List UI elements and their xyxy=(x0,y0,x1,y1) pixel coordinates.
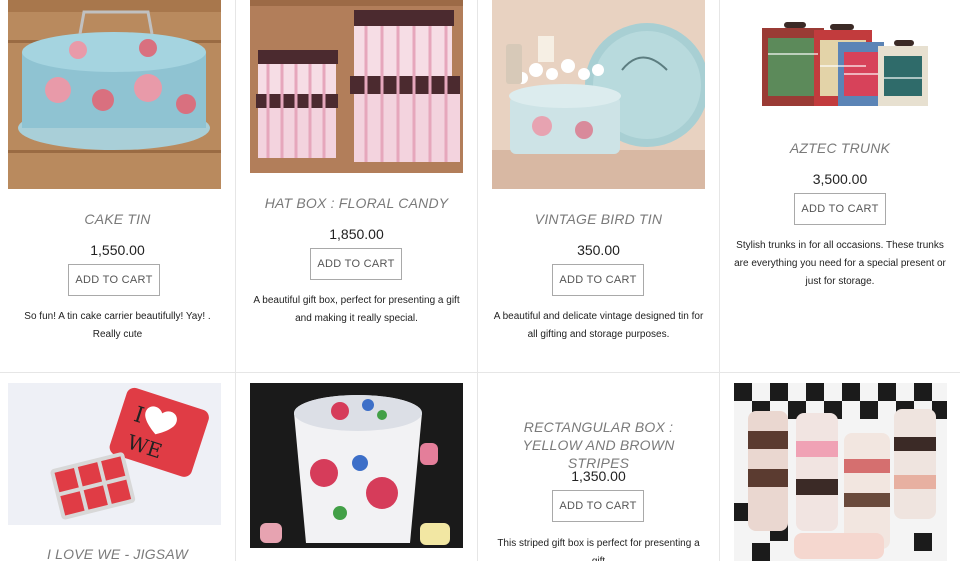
product-description: Stylish trunks in for all occasions. The… xyxy=(734,240,946,287)
product-price: 3,500.00 xyxy=(812,171,868,187)
product-grid: CAKE TIN 1,550.00 ADD TO CART So fun! A … xyxy=(0,0,960,561)
product-card-hat-box: HAT BOX : FLORAL CANDY 1,850.00 ADD TO C… xyxy=(236,0,477,372)
product-price: 1,850.00 xyxy=(329,226,384,242)
product-price: 1,550.00 xyxy=(90,242,145,258)
striped-hat-boxes-photo xyxy=(250,0,463,173)
product-description: So fun! A tin cake carrier beautifully! … xyxy=(24,311,211,340)
product-description: A beautiful and delicate vintage designe… xyxy=(493,311,704,340)
product-card-cake-pops xyxy=(720,373,960,561)
product-title[interactable]: AZTEC TRUNK xyxy=(720,139,960,157)
product-title[interactable]: RECTANGULAR BOX : YELLOW AND BROWN STRIP… xyxy=(478,418,719,472)
cake-push-pops-photo xyxy=(734,383,947,561)
product-price: 1,350.00 xyxy=(571,468,626,484)
add-to-cart-button[interactable]: ADD TO CART xyxy=(310,248,402,280)
add-to-cart-button[interactable]: ADD TO CART xyxy=(552,490,644,522)
product-title[interactable]: I LOVE WE - JIGSAW xyxy=(0,545,235,561)
product-image[interactable] xyxy=(250,0,463,173)
product-image[interactable] xyxy=(8,0,221,189)
product-price: 350.00 xyxy=(577,242,620,258)
add-to-cart-button[interactable]: ADD TO CART xyxy=(794,193,886,225)
product-card-painted-bucket xyxy=(236,373,477,561)
product-description: This striped gift box is perfect for pre… xyxy=(497,538,700,561)
product-card-cake-tin: CAKE TIN 1,550.00 ADD TO CART So fun! A … xyxy=(0,0,235,372)
add-to-cart-button[interactable]: ADD TO CART xyxy=(68,264,160,296)
product-image[interactable] xyxy=(734,383,947,561)
i-love-we-jigsaw-photo: I WE xyxy=(8,383,221,525)
add-to-cart-button[interactable]: ADD TO CART xyxy=(552,264,644,296)
product-image[interactable] xyxy=(734,0,947,120)
product-image[interactable] xyxy=(492,0,705,189)
vintage-bird-tin-photo xyxy=(492,0,705,189)
product-description: A beautiful gift box, perfect for presen… xyxy=(253,295,460,324)
product-card-aztec-trunk: AZTEC TRUNK 3,500.00 ADD TO CART Stylish… xyxy=(720,0,960,372)
product-card-rectangular-box: RECTANGULAR BOX : YELLOW AND BROWN STRIP… xyxy=(478,373,719,561)
product-title[interactable]: HAT BOX : FLORAL CANDY xyxy=(236,194,477,212)
product-card-jigsaw: I WE I LOVE WE - JIGSAW xyxy=(0,373,235,561)
aztec-trunks-photo xyxy=(734,0,947,120)
product-title[interactable]: CAKE TIN xyxy=(0,210,235,228)
product-title[interactable]: VINTAGE BIRD TIN xyxy=(478,210,719,228)
product-image[interactable] xyxy=(250,383,463,548)
product-card-vintage-bird-tin: VINTAGE BIRD TIN 350.00 ADD TO CART A be… xyxy=(478,0,719,372)
floral-cake-tin-photo xyxy=(8,0,221,189)
product-image[interactable]: I WE xyxy=(8,383,221,525)
painted-tin-bucket-photo xyxy=(250,383,463,548)
